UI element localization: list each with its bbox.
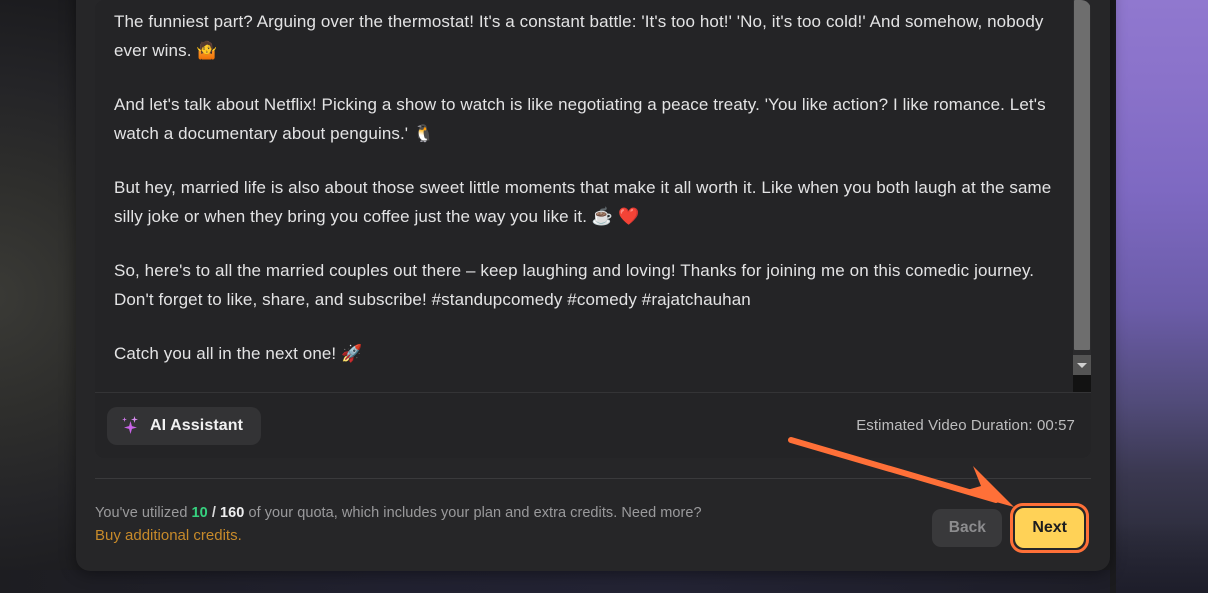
estimated-duration-label: Estimated Video Duration: 00:57: [856, 417, 1075, 434]
sparkle-icon: [121, 416, 140, 435]
desktop-backdrop-left: [0, 0, 76, 593]
next-button[interactable]: Next: [1015, 508, 1084, 548]
app-root: The funniest part? Arguing over the ther…: [0, 0, 1208, 593]
ai-assistant-button[interactable]: AI Assistant: [107, 406, 262, 445]
scrollbar-down-arrow-icon[interactable]: [1073, 355, 1091, 375]
chevron-down-icon: [1077, 362, 1087, 368]
quota-total-value: 160: [220, 505, 245, 521]
desktop-backdrop-right: [1110, 0, 1208, 593]
quota-suffix: of your quota, which includes your plan …: [244, 505, 702, 521]
ai-assistant-label: AI Assistant: [150, 416, 244, 434]
script-paragraph: But hey, married life is also about thos…: [114, 178, 1052, 226]
quota-text: You've utilized 10 / 160 of your quota, …: [95, 501, 702, 525]
scrollbar-thumb[interactable]: [1074, 0, 1090, 350]
quota-separator: /: [207, 505, 221, 521]
desktop-wallpaper: [1116, 0, 1208, 593]
editor-toolbar: AI Assistant Estimated Video Duration: 0…: [95, 392, 1091, 458]
script-scrollbar[interactable]: [1073, 0, 1091, 392]
scrollbar-track[interactable]: [1073, 0, 1091, 355]
buy-additional-credits-link[interactable]: Buy additional credits.: [95, 527, 702, 544]
quota-block: You've utilized 10 / 160 of your quota, …: [95, 501, 702, 544]
script-paragraph: Catch you all in the next one! 🚀: [114, 344, 363, 363]
quota-prefix: You've utilized: [95, 505, 192, 521]
script-paragraph: And let's talk about Netflix! Picking a …: [114, 95, 1046, 143]
editor-panel: The funniest part? Arguing over the ther…: [95, 0, 1091, 458]
desktop-backdrop-bottom: [0, 570, 1110, 593]
back-button[interactable]: Back: [932, 509, 1003, 547]
card-footer: You've utilized 10 / 160 of your quota, …: [95, 478, 1091, 553]
next-button-wrapper: Next: [1010, 503, 1089, 553]
footer-actions: Back Next: [932, 503, 1091, 553]
script-editor-card: The funniest part? Arguing over the ther…: [76, 0, 1110, 571]
script-paragraph: So, here's to all the married couples ou…: [114, 261, 1035, 309]
scrollbar-corner: [1073, 375, 1091, 392]
script-text-area[interactable]: The funniest part? Arguing over the ther…: [95, 0, 1091, 392]
script-paragraph: The funniest part? Arguing over the ther…: [114, 12, 1044, 60]
quota-used-value: 10: [191, 505, 208, 521]
